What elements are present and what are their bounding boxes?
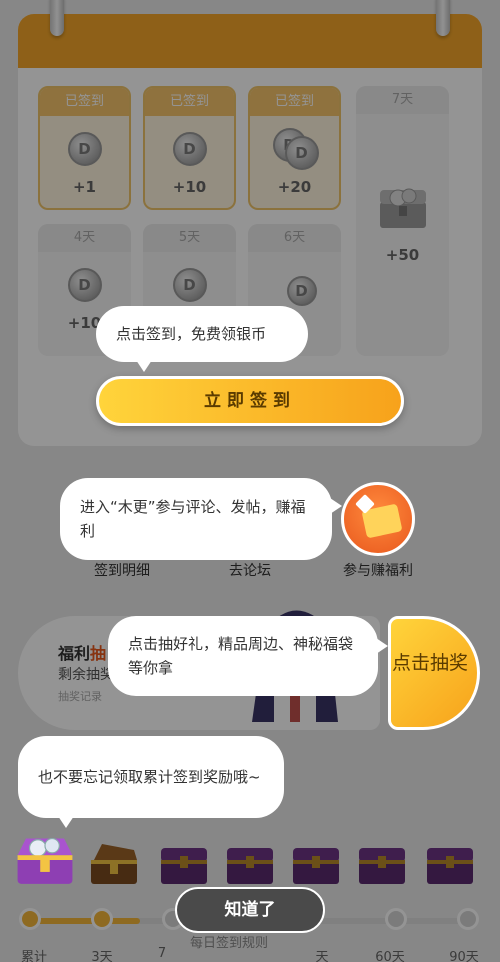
tip-text: 也不要忘记领取累计签到奖励哦~	[38, 768, 261, 786]
tip-text: 进入“木更”参与评论、发帖，赚福利	[80, 498, 306, 540]
tip-lottery: 点击抽好礼，精品周边、神秘福袋等你拿	[108, 616, 388, 696]
got-it-button[interactable]: 知道了	[175, 887, 325, 933]
tip-text: 点击签到，免费领银币	[116, 325, 267, 343]
treasure-chest-icon[interactable]	[14, 832, 76, 888]
sign-in-button[interactable]: 立即签到	[96, 376, 404, 426]
welfare-gift-icon[interactable]	[341, 482, 415, 556]
tip-cumulative: 也不要忘记领取累计签到奖励哦~	[18, 736, 284, 828]
tip-sign-in: 点击签到，免费领银币	[96, 306, 308, 372]
tip-forum: 进入“木更”参与评论、发帖，赚福利	[60, 478, 342, 560]
tip-text: 点击抽好礼，精品周边、神秘福袋等你拿	[128, 635, 354, 677]
